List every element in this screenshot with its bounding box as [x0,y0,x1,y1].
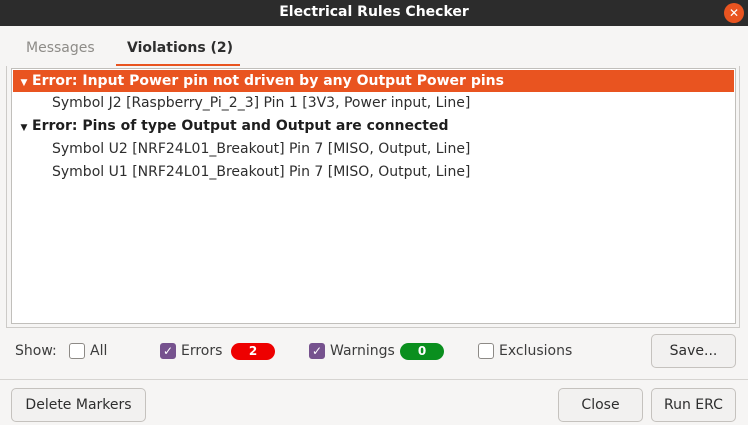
violation-item-row[interactable]: Symbol J2 [Raspberry_Pi_2_3] Pin 1 [3V3,… [13,92,470,114]
violation-label: Error: Pins of type Output and Output ar… [32,118,449,134]
run-erc-button[interactable]: Run ERC [651,388,736,422]
violation-group-row[interactable]: ▼ Error: Pins of type Output and Output a… [13,115,449,137]
filter-bar: Show: All ✓ Errors 2 ✓ Warnings 0 Exclus… [0,332,748,372]
violation-item-row[interactable]: Symbol U2 [NRF24L01_Breakout] Pin 7 [MIS… [13,138,470,160]
all-label[interactable]: All [90,343,107,359]
errors-label[interactable]: Errors [181,343,222,359]
delete-markers-button[interactable]: Delete Markers [11,388,146,422]
footer-divider [0,379,748,380]
tab-messages[interactable]: Messages [26,40,95,56]
window-title: Electrical Rules Checker [279,4,469,20]
show-label: Show: [15,343,57,359]
errors-count-badge: 2 [231,343,275,360]
save-button[interactable]: Save... [651,334,736,368]
warnings-label[interactable]: Warnings [330,343,395,359]
all-checkbox[interactable] [69,343,85,359]
expand-arrow-icon[interactable]: ▼ [16,72,32,94]
violations-tree[interactable]: ▼ Error: Input Power pin not driven by an… [11,68,736,324]
close-window-icon[interactable]: ✕ [724,3,744,23]
errors-checkbox[interactable]: ✓ [160,343,176,359]
violation-group-row[interactable]: ▼ Error: Input Power pin not driven by an… [13,70,734,92]
tab-bar: Messages Violations (2) [6,26,740,68]
tab-violations[interactable]: Violations (2) [127,40,233,56]
title-bar: Electrical Rules Checker ✕ [0,0,748,26]
warnings-count-badge: 0 [400,343,444,360]
exclusions-label[interactable]: Exclusions [499,343,572,359]
expand-arrow-icon[interactable]: ▼ [16,117,32,139]
close-button[interactable]: Close [558,388,643,422]
violation-item-row[interactable]: Symbol U1 [NRF24L01_Breakout] Pin 7 [MIS… [13,161,470,183]
exclusions-checkbox[interactable] [478,343,494,359]
violation-label: Error: Input Power pin not driven by any… [32,73,504,89]
warnings-checkbox[interactable]: ✓ [309,343,325,359]
